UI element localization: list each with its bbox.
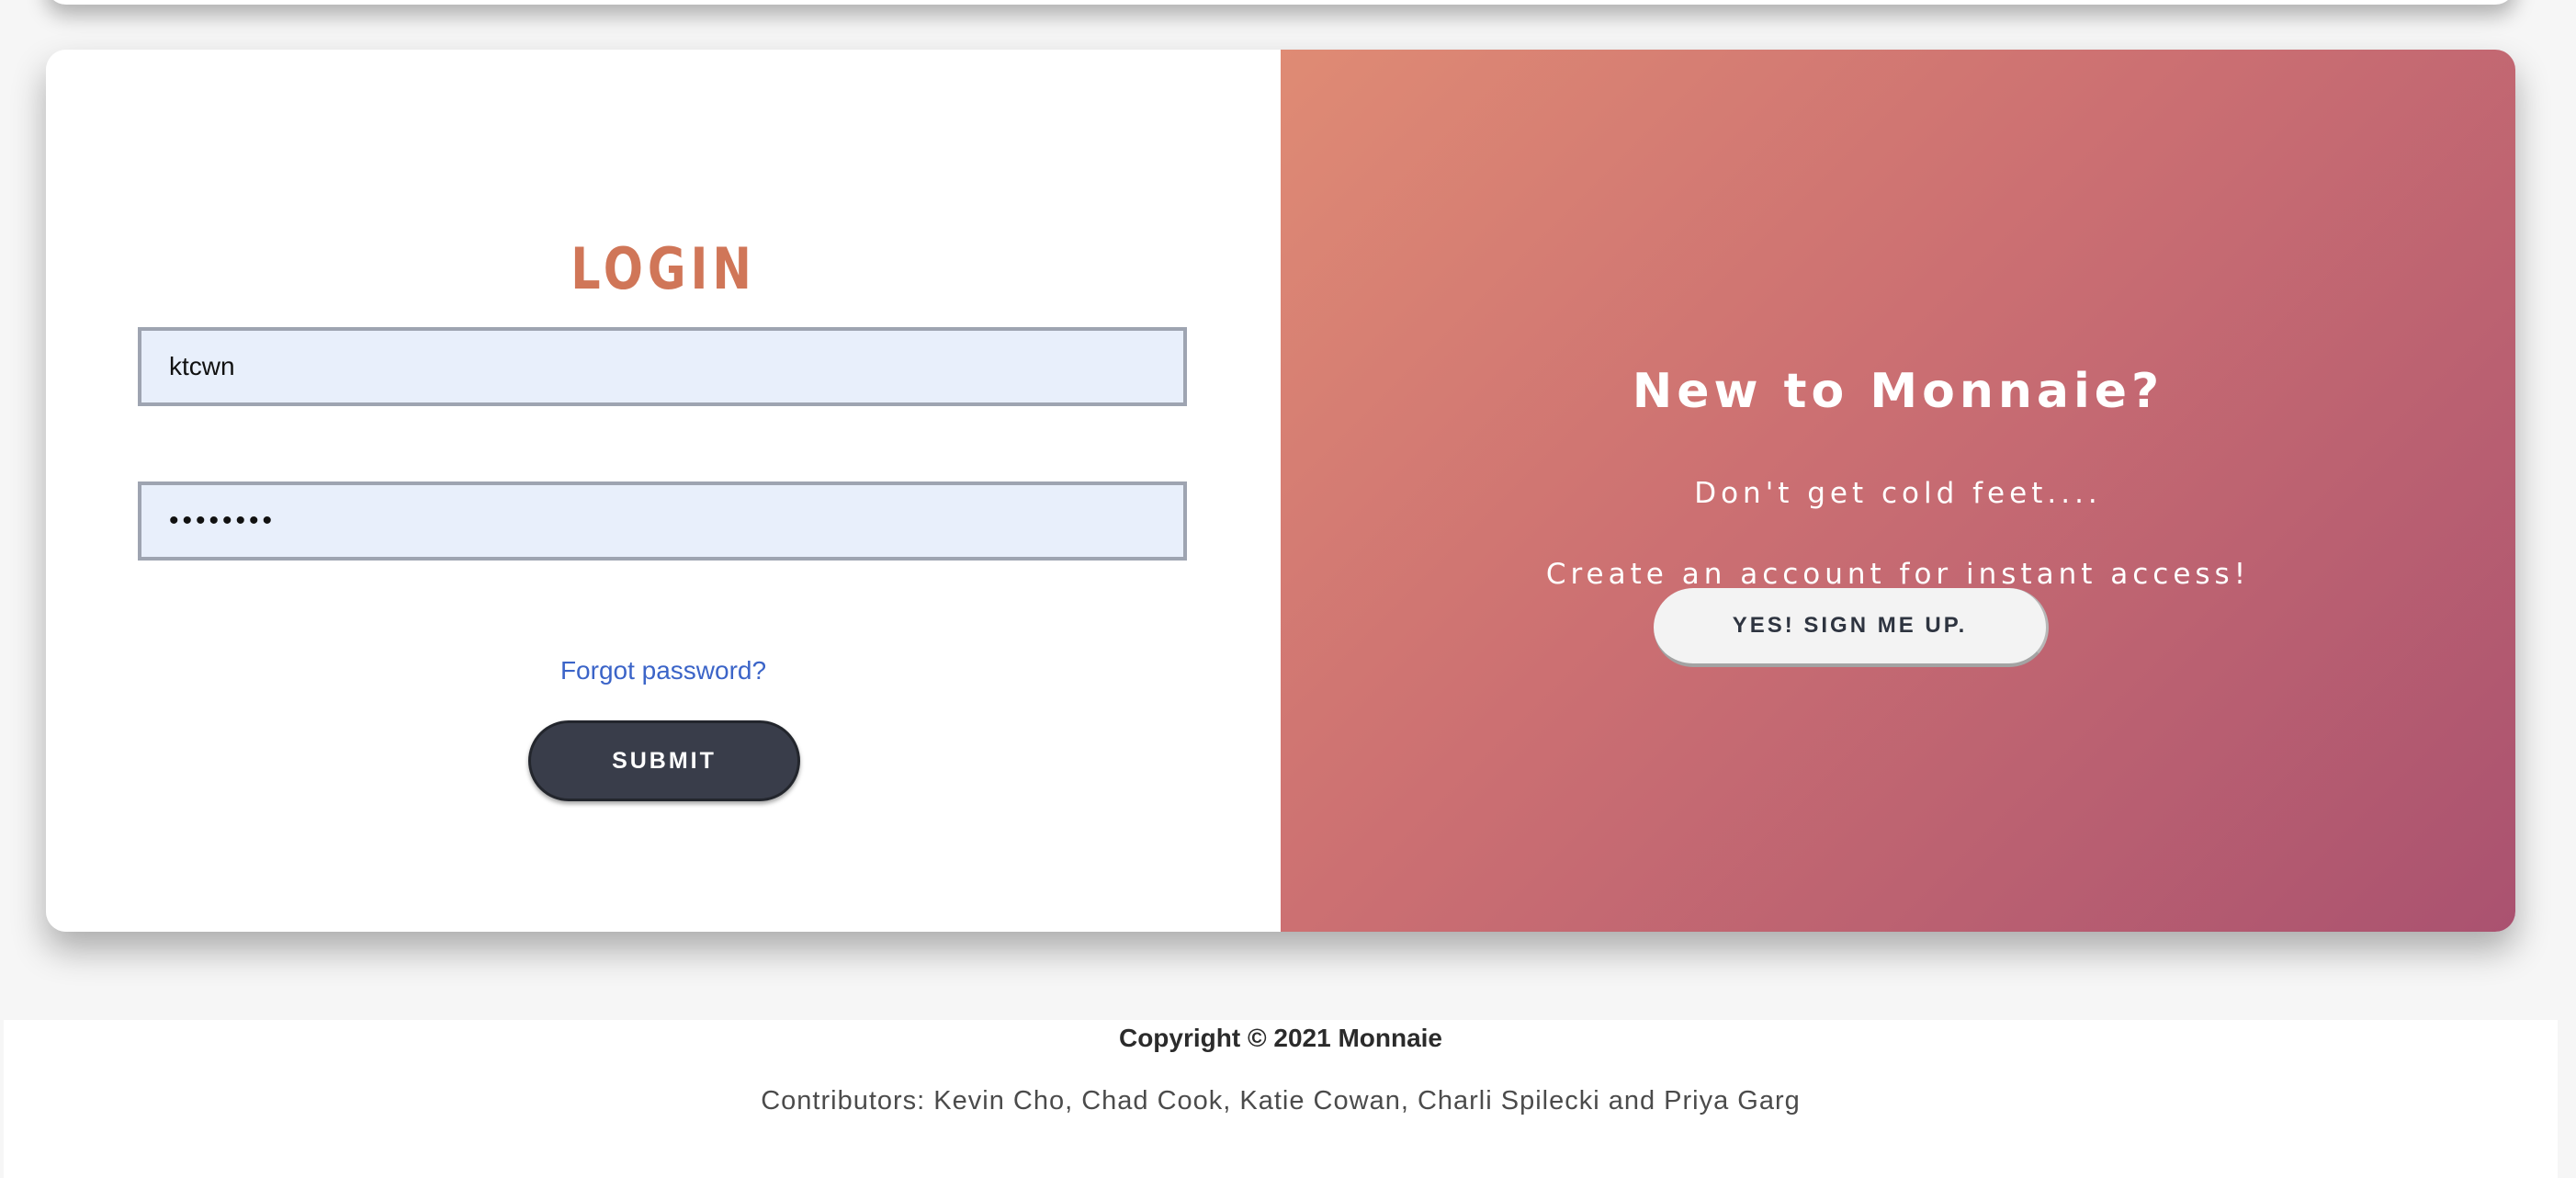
forgot-password-link[interactable]: Forgot password? — [46, 656, 1281, 685]
contributors-text: Contributors: Kevin Cho, Chad Cook, Kati… — [761, 1086, 1801, 1116]
username-input[interactable] — [138, 327, 1187, 406]
page: LOGIN Forgot password? SUBMIT New to Mon… — [0, 0, 2576, 1178]
submit-button[interactable]: SUBMIT — [528, 720, 800, 801]
previous-card-edge — [46, 0, 2515, 5]
footer: Copyright © 2021 Monnaie Contributors: K… — [4, 1020, 2558, 1178]
signup-description: Create an account for instant access! — [1545, 558, 2251, 591]
signup-panel: New to Monnaie? Don't get cold feet.... … — [1281, 50, 2515, 932]
auth-card: LOGIN Forgot password? SUBMIT New to Mon… — [46, 50, 2515, 932]
login-title: LOGIN — [571, 235, 756, 302]
signup-title: New to Monnaie? — [1632, 364, 2164, 419]
login-panel: LOGIN Forgot password? SUBMIT — [46, 50, 1281, 932]
sign-up-button[interactable]: YES! SIGN ME UP. — [1654, 588, 2049, 667]
copyright-text: Copyright © 2021 Monnaie — [1118, 1024, 1443, 1052]
password-input[interactable] — [138, 481, 1187, 561]
signup-tagline: Don't get cold feet.... — [1694, 477, 2102, 510]
